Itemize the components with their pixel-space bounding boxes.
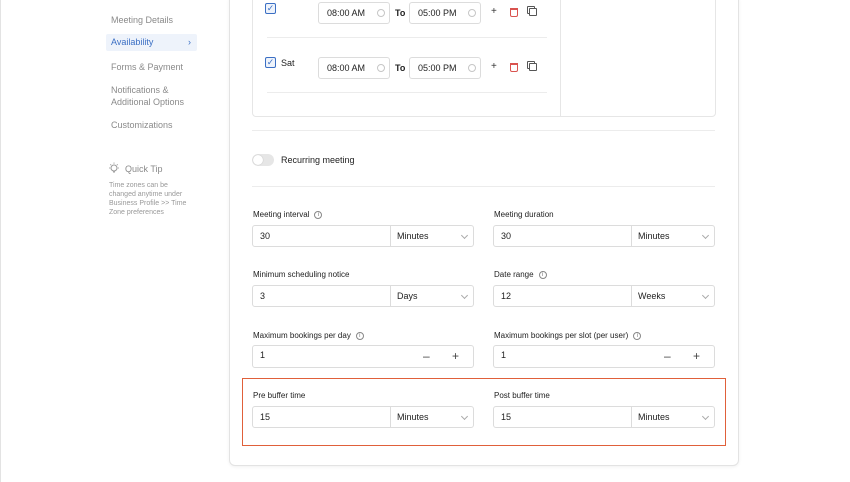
start-time-input[interactable]: 08:00 AM bbox=[318, 2, 390, 24]
increment-button[interactable]: + bbox=[693, 349, 700, 363]
row-divider bbox=[267, 37, 547, 38]
clock-icon bbox=[468, 64, 476, 72]
date-range-field[interactable]: 12 Weeks bbox=[493, 285, 715, 307]
section-divider bbox=[252, 186, 715, 187]
chevron-down-icon bbox=[460, 291, 469, 300]
clock-icon bbox=[377, 64, 385, 72]
chevron-down-icon bbox=[701, 412, 710, 421]
sidebar-item-label: Availability bbox=[111, 37, 154, 47]
quick-tip-header: Quick Tip bbox=[108, 162, 163, 175]
schedule-divider bbox=[560, 0, 561, 117]
sidebar-item-forms-payment[interactable]: Forms & Payment bbox=[106, 61, 197, 73]
to-label: To bbox=[395, 63, 406, 73]
quick-tip-text: Time zones can be changed anytime under … bbox=[109, 182, 187, 216]
chevron-down-icon bbox=[460, 412, 469, 421]
meeting-duration-input[interactable]: 30 bbox=[501, 226, 511, 246]
pre-buffer-input[interactable]: 15 bbox=[260, 407, 270, 427]
info-icon[interactable]: i bbox=[314, 210, 323, 219]
sidebar-item-availability[interactable]: Availability › bbox=[106, 34, 197, 51]
meeting-duration-label: Meeting duration bbox=[494, 210, 554, 219]
meeting-duration-field[interactable]: 30 Minutes bbox=[493, 225, 715, 247]
sidebar-item-customizations[interactable]: Customizations bbox=[106, 119, 197, 131]
date-range-label: Date range i bbox=[494, 270, 547, 279]
min-notice-input[interactable]: 3 bbox=[260, 286, 265, 306]
min-notice-label: Minimum scheduling notice bbox=[253, 270, 350, 279]
max-per-day-input[interactable]: 1 bbox=[260, 346, 265, 364]
day-label-sat: Sat bbox=[281, 58, 295, 68]
add-slot-icon[interactable]: + bbox=[491, 62, 497, 72]
row-divider bbox=[267, 92, 547, 93]
post-buffer-unit-select[interactable]: Minutes bbox=[631, 407, 715, 427]
post-buffer-input[interactable]: 15 bbox=[501, 407, 511, 427]
post-buffer-label: Post buffer time bbox=[494, 391, 550, 400]
increment-button[interactable]: + bbox=[452, 349, 459, 363]
chevron-right-icon: › bbox=[188, 37, 191, 47]
min-notice-field[interactable]: 3 Days bbox=[252, 285, 474, 307]
decrement-button[interactable]: – bbox=[423, 349, 430, 363]
end-time-input[interactable]: 05:00 PM bbox=[409, 2, 481, 24]
sat-checkbox[interactable]: ✓ bbox=[265, 57, 276, 68]
add-slot-icon[interactable]: + bbox=[491, 7, 497, 17]
max-per-day-stepper[interactable]: 1 – + bbox=[252, 345, 474, 368]
recurring-meeting-toggle[interactable] bbox=[252, 154, 274, 166]
max-per-slot-input[interactable]: 1 bbox=[501, 346, 506, 364]
info-icon[interactable]: i bbox=[355, 331, 364, 340]
meeting-interval-input[interactable]: 30 bbox=[260, 226, 270, 246]
meeting-duration-unit-select[interactable]: Minutes bbox=[631, 226, 715, 246]
section-divider bbox=[252, 130, 715, 131]
chevron-down-icon bbox=[460, 231, 469, 240]
info-icon[interactable]: i bbox=[633, 331, 642, 340]
sidebar-item-meeting-details[interactable]: Meeting Details bbox=[106, 14, 197, 26]
sidebar-item-notifications[interactable]: Notifications & Additional Options bbox=[106, 84, 197, 108]
trash-icon[interactable] bbox=[510, 8, 518, 17]
min-notice-unit-select[interactable]: Days bbox=[390, 286, 474, 306]
pre-buffer-unit-select[interactable]: Minutes bbox=[390, 407, 474, 427]
sat-start-time-input[interactable]: 08:00 AM bbox=[318, 57, 390, 79]
pre-buffer-label: Pre buffer time bbox=[253, 391, 306, 400]
max-per-slot-stepper[interactable]: 1 – + bbox=[493, 345, 715, 368]
meeting-interval-label: Meeting interval i bbox=[253, 210, 323, 219]
sidebar: Meeting Details Availability › Forms & P… bbox=[0, 0, 215, 482]
chevron-down-icon bbox=[701, 291, 710, 300]
day-checkbox[interactable]: ✓ bbox=[265, 3, 276, 14]
recurring-meeting-label: Recurring meeting bbox=[281, 155, 355, 165]
sat-end-time-input[interactable]: 05:00 PM bbox=[409, 57, 481, 79]
max-per-slot-label: Maximum bookings per slot (per user) i bbox=[494, 331, 642, 340]
clock-icon bbox=[468, 9, 476, 17]
copy-icon[interactable] bbox=[529, 63, 537, 71]
pre-buffer-field[interactable]: 15 Minutes bbox=[252, 406, 474, 428]
lightbulb-icon bbox=[109, 162, 119, 173]
clock-icon bbox=[377, 9, 385, 17]
to-label: To bbox=[395, 8, 406, 18]
chevron-down-icon bbox=[701, 231, 710, 240]
max-per-day-label: Maximum bookings per day i bbox=[253, 331, 364, 340]
trash-icon[interactable] bbox=[510, 63, 518, 72]
toggle-knob bbox=[253, 155, 263, 165]
date-range-input[interactable]: 12 bbox=[501, 286, 511, 306]
post-buffer-field[interactable]: 15 Minutes bbox=[493, 406, 715, 428]
quick-tip-title: Quick Tip bbox=[125, 163, 163, 174]
decrement-button[interactable]: – bbox=[664, 349, 671, 363]
copy-icon[interactable] bbox=[529, 8, 537, 16]
info-icon[interactable]: i bbox=[538, 270, 547, 279]
meeting-interval-field[interactable]: 30 Minutes bbox=[252, 225, 474, 247]
meeting-interval-unit-select[interactable]: Minutes bbox=[390, 226, 474, 246]
date-range-unit-select[interactable]: Weeks bbox=[631, 286, 715, 306]
